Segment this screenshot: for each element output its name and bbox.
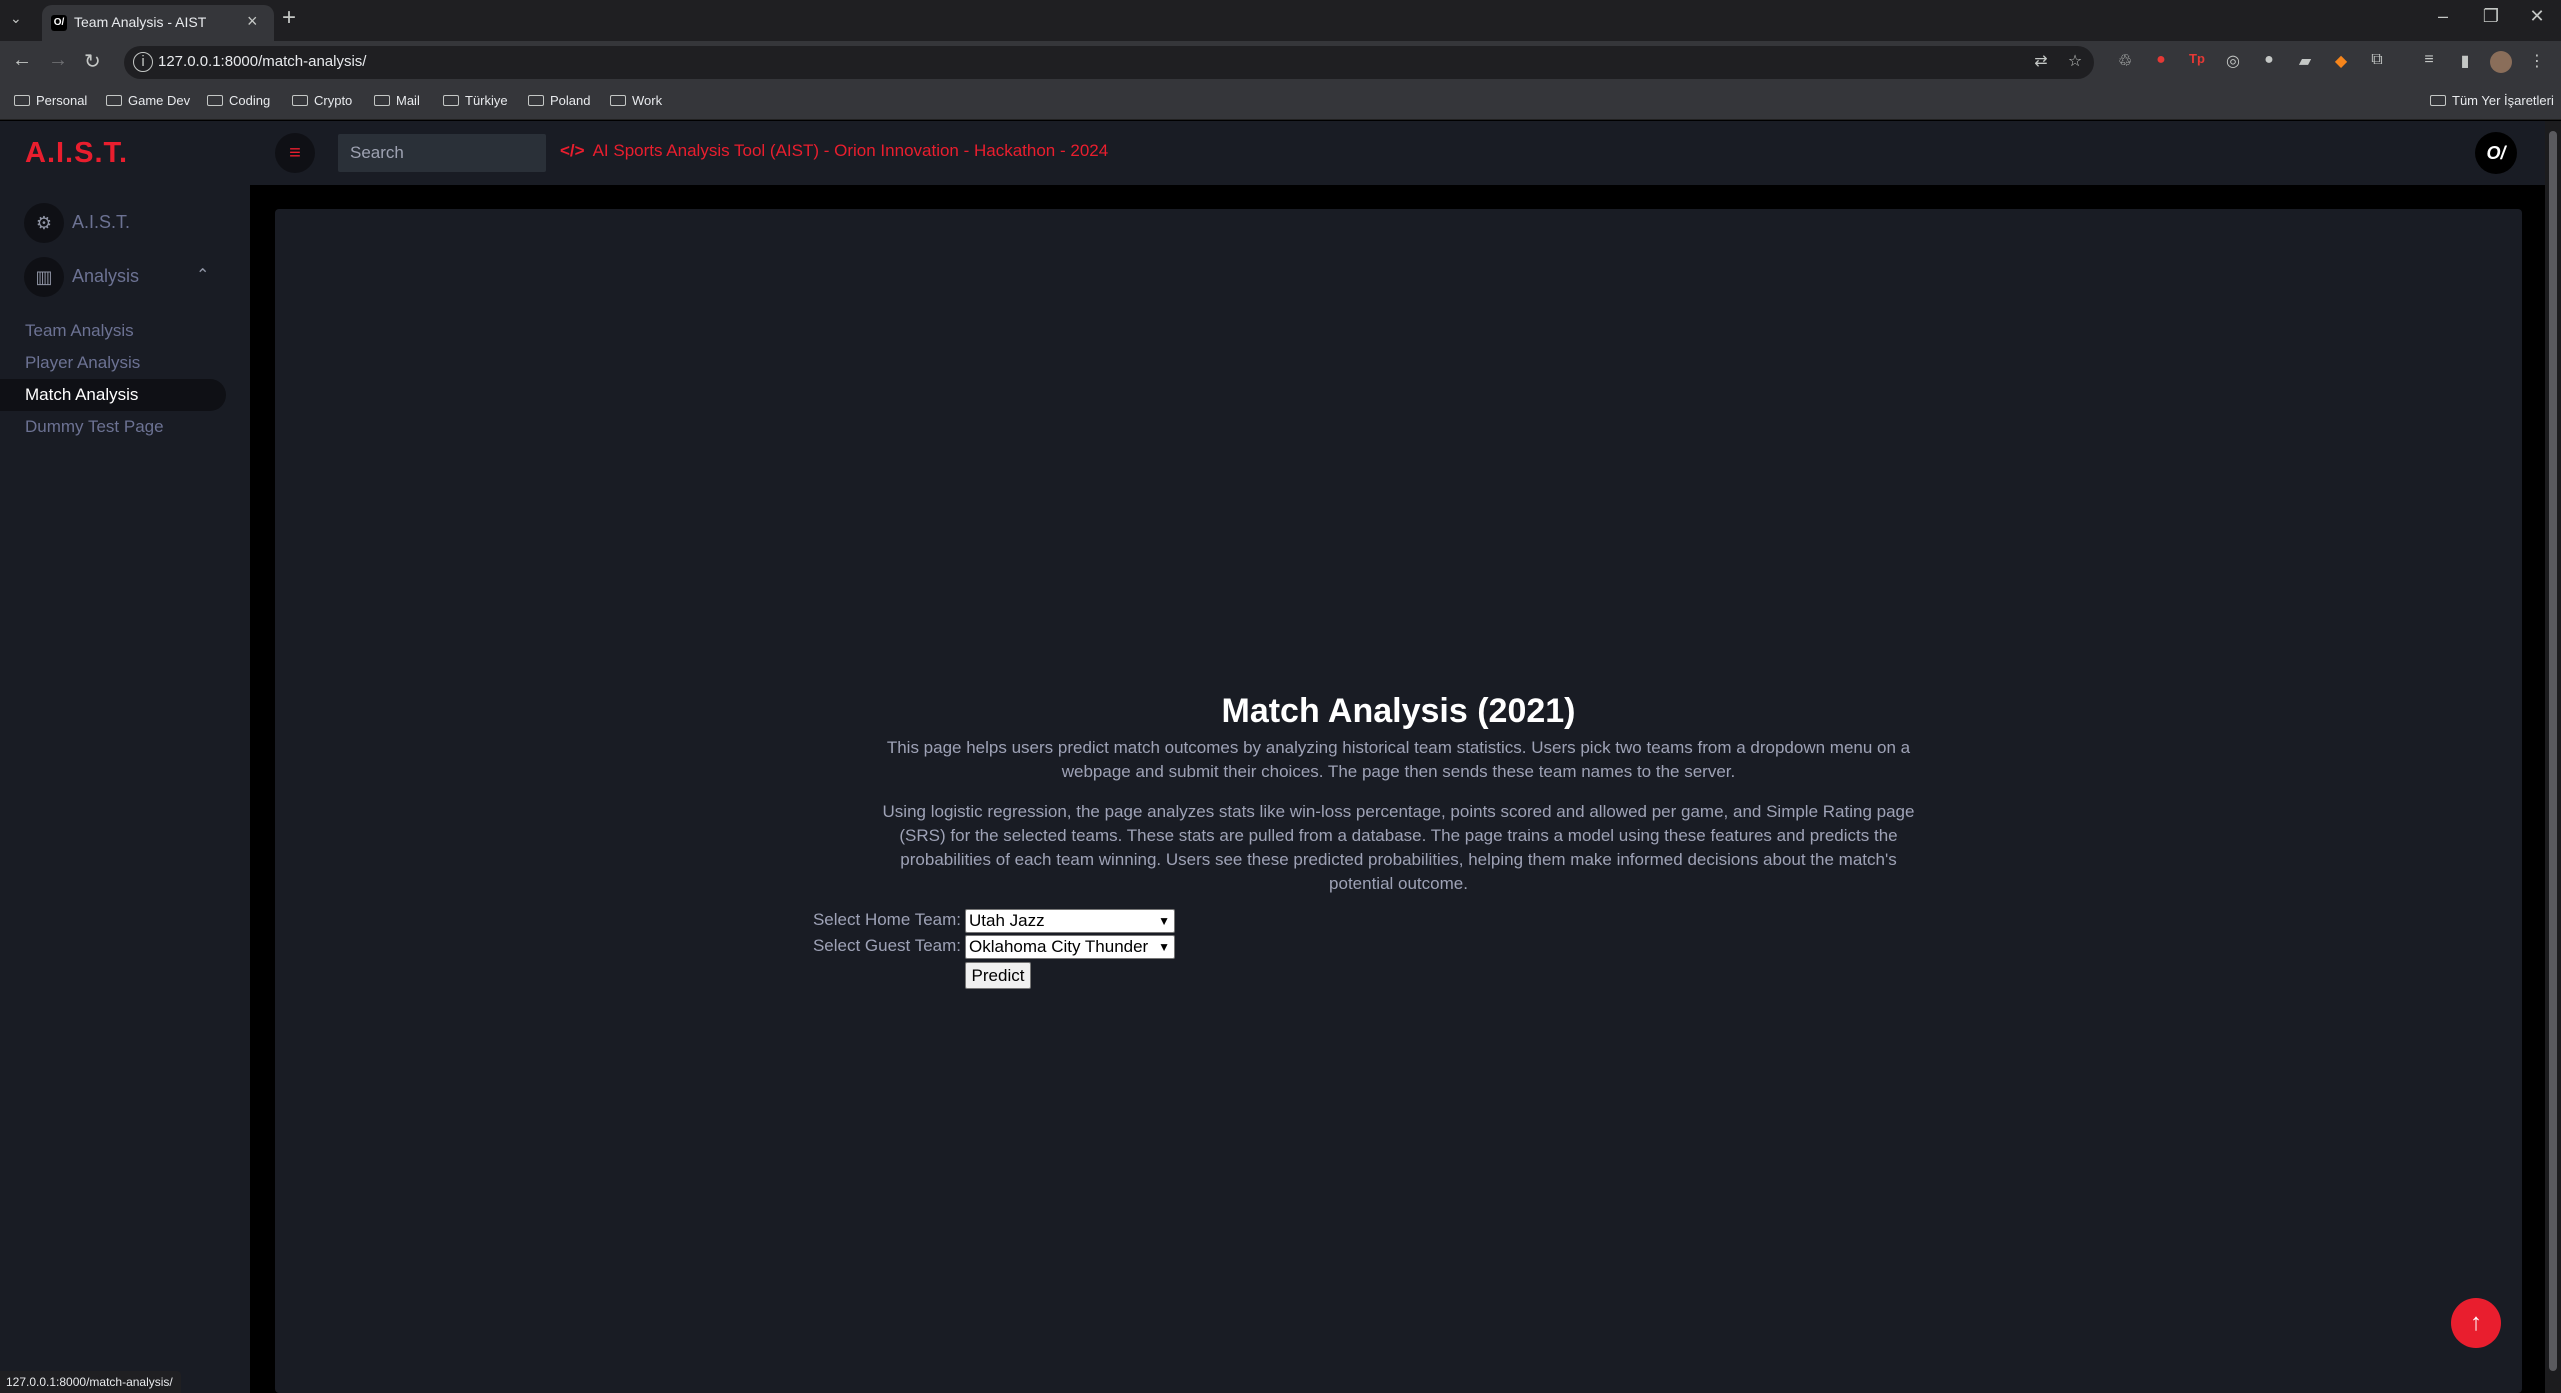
bookmarks-bar: Personal Game Dev Coding Crypto Mail Tür… <box>0 84 2561 120</box>
reading-list-icon[interactable]: ≡ <box>2418 51 2440 73</box>
bookmark-folder[interactable]: Coding <box>207 93 270 108</box>
top-navbar: ≡ </> AI Sports Analysis Tool (AIST) - Or… <box>250 121 2561 185</box>
bookmark-folder[interactable]: Poland <box>528 93 590 108</box>
browser-tab[interactable]: O/ Team Analysis - AIST × <box>42 5 274 41</box>
description-paragraph: This page helps users predict match outc… <box>886 738 1911 781</box>
folder-icon <box>528 95 544 106</box>
brand-logo[interactable]: A.I.S.T. <box>25 137 128 170</box>
translate-icon[interactable]: ⇄ <box>2030 51 2052 73</box>
sidebar-item-team-analysis[interactable]: Team Analysis <box>0 315 226 347</box>
orion-logo[interactable]: O/ <box>2475 132 2517 174</box>
bookmark-folder[interactable]: Türkiye <box>443 93 508 108</box>
arrow-up-icon: ↑ <box>2470 1309 2482 1336</box>
extension-icon[interactable]: Tp <box>2186 51 2208 73</box>
chevron-down-icon: ▼ <box>1158 940 1170 954</box>
browser-toolbar: ← → ↻ i 127.0.0.1:8000/match-analysis/ ⇄… <box>0 41 2561 84</box>
sidebar: A.I.S.T. ⚙ A.I.S.T. ▥ Analysis ⌃ Team An… <box>0 121 250 1393</box>
chart-icon: ▥ <box>24 257 64 297</box>
bookmark-folder[interactable]: Personal <box>14 93 87 108</box>
sidebar-item-dummy-test-page[interactable]: Dummy Test Page <box>0 411 226 443</box>
content-wrapper: Match Analysis (2021) This page helps us… <box>250 185 2561 1393</box>
sidebar-item-aist[interactable]: ⚙ A.I.S.T. <box>24 203 224 243</box>
guest-team-select[interactable]: Oklahoma City Thunder ▼ <box>965 935 1175 959</box>
sidebar-item-match-analysis[interactable]: Match Analysis <box>0 379 226 411</box>
folder-icon <box>374 95 390 106</box>
description-paragraph: Using logistic regression, the page anal… <box>882 802 1915 893</box>
address-bar[interactable]: i 127.0.0.1:8000/match-analysis/ ⇄ ☆ <box>124 46 2094 79</box>
profile-avatar[interactable] <box>2490 51 2512 73</box>
folder-icon <box>2430 95 2446 106</box>
scroll-to-top-button[interactable]: ↑ <box>2451 1298 2501 1348</box>
bookmark-star-icon[interactable]: ☆ <box>2064 51 2086 73</box>
window-close-icon[interactable]: ✕ <box>2514 6 2560 27</box>
dashboard-icon: ⚙ <box>24 203 64 243</box>
folder-icon <box>14 95 30 106</box>
extension-icon[interactable]: ● <box>2258 51 2280 73</box>
code-icon: </> <box>560 141 585 160</box>
side-panel-icon[interactable]: ▮ <box>2454 51 2476 73</box>
status-bar-url: 127.0.0.1:8000/match-analysis/ <box>0 1371 181 1393</box>
folder-icon <box>443 95 459 106</box>
extension-icon[interactable]: ◆ <box>2330 51 2352 73</box>
app-banner: </> AI Sports Analysis Tool (AIST) - Orio… <box>560 141 1108 161</box>
extension-icon[interactable]: ♲ <box>2114 51 2136 73</box>
new-tab-icon[interactable]: + <box>282 4 296 32</box>
folder-icon <box>292 95 308 106</box>
minimize-icon[interactable]: – <box>2420 6 2466 27</box>
restore-icon[interactable]: ❐ <box>2468 6 2514 27</box>
sidebar-item-label: Analysis <box>72 266 140 286</box>
home-team-select[interactable]: Utah Jazz ▼ <box>965 909 1175 933</box>
address-url[interactable]: 127.0.0.1:8000/match-analysis/ <box>158 53 366 70</box>
banner-text: AI Sports Analysis Tool (AIST) - Orion I… <box>592 141 1109 160</box>
chevron-down-icon: ▼ <box>1158 914 1170 928</box>
chevron-up-icon: ⌃ <box>196 267 210 284</box>
page-scrollbar[interactable] <box>2545 121 2561 1393</box>
bookmark-folder[interactable]: Mail <box>374 93 420 108</box>
home-team-value: Utah Jazz <box>969 911 1045 930</box>
tab-title: Team Analysis - AIST <box>74 14 207 30</box>
extension-icon[interactable]: ▰ <box>2294 51 2316 73</box>
bookmark-folder[interactable]: Work <box>610 93 662 108</box>
tab-close-icon[interactable]: × <box>247 11 258 32</box>
guest-team-label: Select Guest Team: <box>812 936 961 955</box>
page-title: Match Analysis (2021) <box>1221 692 1576 730</box>
folder-icon <box>106 95 122 106</box>
bookmark-folder[interactable]: Crypto <box>292 93 352 108</box>
guest-team-value: Oklahoma City Thunder <box>969 937 1149 956</box>
sidebar-item-analysis[interactable]: ▥ Analysis ⌃ <box>24 257 224 297</box>
search-input[interactable] <box>338 134 546 172</box>
tab-list-chevron-icon[interactable]: ⌄ <box>10 10 22 27</box>
all-bookmarks-folder[interactable]: Tüm Yer İşaretleri <box>2430 93 2554 108</box>
extension-icon[interactable]: ● <box>2150 51 2172 73</box>
site-info-icon[interactable]: i <box>133 52 153 72</box>
browser-tab-bar: ⌄ O/ Team Analysis - AIST × + – ❐ ✕ <box>0 0 2561 41</box>
sidebar-item-label: A.I.S.T. <box>72 212 131 232</box>
scrollbar-thumb[interactable] <box>2549 131 2557 1371</box>
bookmark-folder[interactable]: Game Dev <box>106 93 190 108</box>
folder-icon <box>610 95 626 106</box>
home-team-label: Select Home Team: <box>812 910 961 929</box>
extension-icon[interactable]: ◎ <box>2222 51 2244 73</box>
folder-icon <box>207 95 223 106</box>
menu-toggle-icon[interactable]: ≡ <box>275 133 315 173</box>
back-icon[interactable]: ← <box>12 49 32 72</box>
forward-icon[interactable]: → <box>48 49 68 72</box>
reload-icon[interactable]: ↻ <box>84 49 101 74</box>
sidebar-item-player-analysis[interactable]: Player Analysis <box>0 347 226 379</box>
extensions-puzzle-icon[interactable]: ⧉ <box>2366 51 2388 73</box>
predict-button[interactable]: Predict <box>965 962 1031 989</box>
browser-menu-icon[interactable]: ⋮ <box>2526 51 2548 73</box>
content-card: Match Analysis (2021) This page helps us… <box>275 209 2522 1393</box>
tab-favicon-icon: O/ <box>51 15 67 31</box>
